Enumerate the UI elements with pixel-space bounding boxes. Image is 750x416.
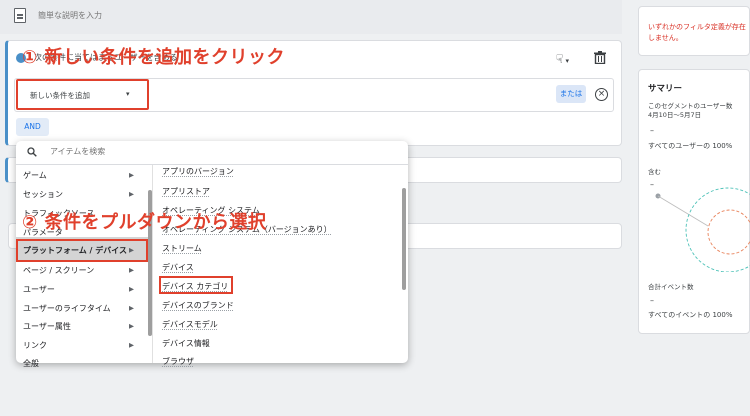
divider	[16, 164, 408, 165]
chevron-right-icon: ▶	[129, 171, 134, 179]
segment-users-label: このセグメントのユーザー数	[648, 102, 733, 110]
category-item[interactable]: セッション	[23, 189, 63, 200]
chevron-right-icon: ▶	[129, 322, 134, 330]
search-icon	[27, 147, 37, 157]
chevron-right-icon: ▶	[129, 190, 134, 198]
add-condition-label: 新しい条件を追加	[30, 91, 90, 100]
person-scope-icon[interactable]: ☟ ▾	[556, 52, 569, 66]
category-item[interactable]: ユーザーのライフタイム	[23, 303, 111, 314]
chevron-right-icon: ▶	[129, 266, 134, 274]
dimension-item[interactable]: アプリストア	[162, 186, 210, 197]
chevron-right-icon: ▶	[129, 304, 134, 312]
category-item[interactable]: ユーザー属性	[23, 321, 71, 332]
dimension-item[interactable]: デバイス	[162, 262, 194, 273]
total-events-label: 合計イベント数	[648, 283, 694, 291]
summary-title: サマリー	[648, 84, 683, 94]
category-item[interactable]: ゲーム	[23, 170, 47, 181]
description-input[interactable]	[38, 11, 238, 20]
divider	[152, 165, 153, 363]
all-events-percent: すべてのイベントの 100%	[648, 311, 733, 319]
date-range: 4月10日～5月7日	[648, 111, 702, 119]
dimension-item[interactable]: アプリのバージョン	[162, 166, 234, 177]
item-search-input[interactable]	[50, 147, 250, 156]
document-icon	[14, 8, 26, 23]
close-icon[interactable]: ×	[595, 88, 608, 101]
annotation-box	[16, 239, 148, 262]
or-button[interactable]: または	[556, 85, 586, 103]
chevron-right-icon: ▶	[129, 341, 134, 349]
category-item[interactable]: ユーザー	[23, 284, 55, 295]
filter-warning-text: いずれかのフィルタ定義が存在しません。	[648, 23, 746, 42]
annotation-box	[159, 276, 233, 294]
dimension-item[interactable]: ストリーム	[162, 243, 202, 254]
annotation-step1: ① 新しい条件を追加をクリック	[22, 47, 286, 68]
category-item[interactable]: ページ / スクリーン	[23, 265, 94, 276]
venn-diagram	[655, 187, 750, 272]
and-button[interactable]: AND	[16, 118, 49, 136]
dimension-item[interactable]: デバイスモデル	[162, 319, 218, 330]
total-events-value: –	[650, 296, 654, 305]
dimension-item[interactable]: デバイスのブランド	[162, 300, 234, 311]
dimension-item[interactable]: デバイス情報	[162, 338, 210, 349]
dimension-scrollbar[interactable]	[402, 188, 406, 290]
all-users-percent: すべてのユーザーの 100%	[648, 142, 733, 150]
annotation-step2: ② 条件をプルダウンから選択	[22, 212, 267, 233]
segment-users-value: –	[650, 126, 654, 135]
dimension-item[interactable]: ブラウザ	[162, 356, 194, 367]
trash-icon[interactable]	[594, 51, 606, 64]
category-item[interactable]: 全般	[23, 358, 39, 369]
include-label: 含む	[648, 168, 661, 176]
chevron-right-icon: ▶	[129, 285, 134, 293]
chevron-down-icon: ▾	[563, 57, 570, 65]
category-item[interactable]: リンク	[23, 340, 47, 351]
chevron-down-icon: ▾	[126, 90, 130, 98]
